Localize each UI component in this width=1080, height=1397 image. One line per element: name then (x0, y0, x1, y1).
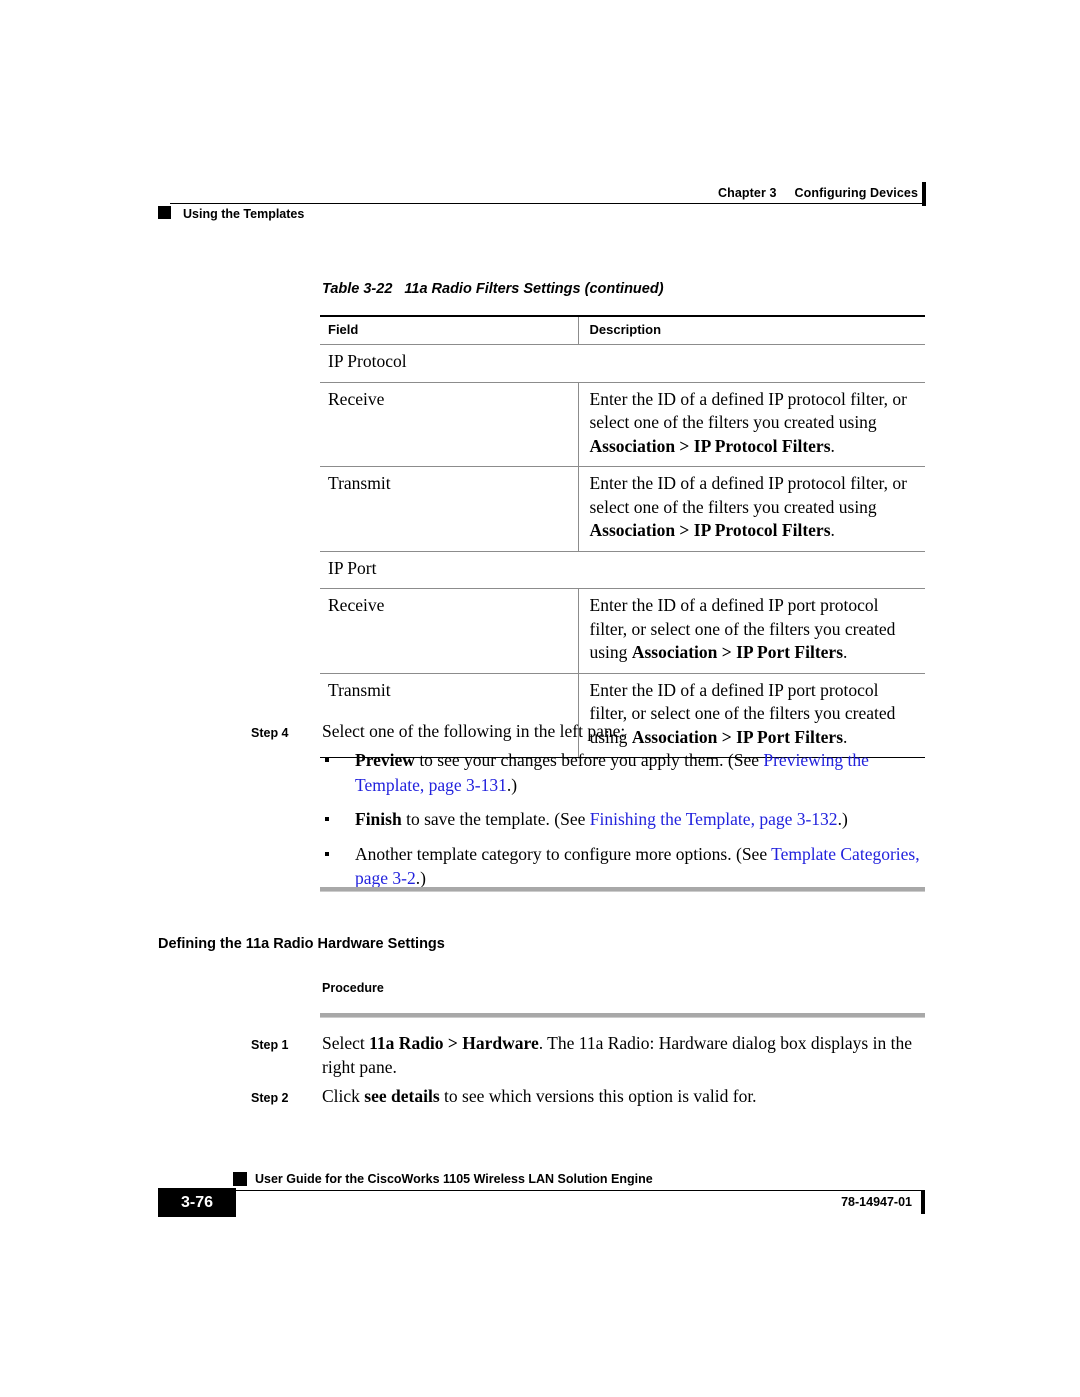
header-rule (170, 203, 925, 204)
page-number-badge: 3-76 (158, 1188, 236, 1217)
table-row: Transmit Enter the ID of a defined IP pro… (320, 466, 925, 552)
footer-margin-tick (921, 1190, 925, 1214)
table-cell-description (578, 344, 925, 383)
section-divider-rule-top (320, 887, 925, 892)
table-row: Receive Enter the ID of a defined IP port… (320, 588, 925, 674)
settings-table: Field Description IP Protocol Receive Ent… (320, 315, 925, 758)
procedure-label: Procedure (322, 981, 384, 995)
footer-document-number: 78-14947-01 (841, 1195, 912, 1209)
chapter-label: Chapter 3 (717, 186, 777, 200)
list-item: Another template category to configure m… (322, 842, 926, 891)
step-2-text: Click see details to see which versions … (322, 1086, 757, 1106)
table-row: Receive Enter the ID of a defined IP prot… (320, 382, 925, 467)
footer-guide-title: User Guide for the CiscoWorks 1105 Wirel… (255, 1172, 653, 1186)
table-row: Transmit Enter the ID of a defined IP por… (320, 673, 925, 758)
section-heading: Defining the 11a Radio Hardware Settings (158, 936, 445, 952)
step-4-text: Select one of the following in the left … (322, 721, 626, 741)
table-cell-field: Receive (320, 382, 578, 467)
table-cell-field: IP Port (320, 551, 578, 589)
table-cell-description: Enter the ID of a defined IP protocol fi… (577, 382, 925, 467)
header-margin-tick (922, 182, 926, 206)
step-4-bullet-list: Preview to see your changes before you a… (322, 748, 926, 901)
step-4-label: Step 4 (251, 726, 289, 740)
table-cell-field: Transmit (320, 673, 578, 758)
running-head-section: Using the Templates (183, 207, 305, 221)
column-header-description: Description (577, 315, 925, 345)
table-cell-field: Receive (320, 588, 578, 674)
step-1-label: Step 1 (251, 1038, 289, 1052)
document-page: Chapter 3 Configuring Devices Using the T… (0, 0, 1080, 1397)
cross-reference-link[interactable]: Previewing the Template, page 3-131 (355, 750, 869, 795)
step-1-text: Select 11a Radio > Hardware. The 11a Rad… (322, 1033, 912, 1077)
table-cell-description: Enter the ID of a defined IP protocol fi… (577, 466, 925, 552)
footer-bullet-square-icon (233, 1172, 247, 1186)
table-cell-description: Enter the ID of a defined IP port protoc… (577, 588, 925, 674)
running-head-right: Chapter 3 Configuring Devices (560, 186, 918, 200)
table-cell-description (578, 551, 925, 589)
column-header-field: Field (320, 315, 578, 345)
cross-reference-link[interactable]: Finishing the Template, page 3-132 (590, 809, 838, 829)
table-caption-number: Table 3-22 (322, 281, 393, 297)
cross-reference-link[interactable]: Template Categories, page 3-2 (355, 844, 920, 889)
chapter-title: Configuring Devices (794, 186, 918, 200)
table-cell-field: Transmit (320, 466, 578, 552)
table-caption: Table 3-22 11a Radio Filters Settings (co… (322, 281, 664, 297)
table-row: IP Protocol (320, 344, 925, 383)
table-header-row: Field Description (320, 315, 925, 345)
list-item: Finish to save the template. (See Finish… (322, 807, 926, 832)
header-bullet-square-icon (158, 206, 171, 219)
bullet-square-icon (325, 758, 329, 762)
bullet-square-icon (325, 817, 329, 821)
table-cell-description: Enter the ID of a defined IP port protoc… (577, 673, 925, 758)
table-cell-field: IP Protocol (320, 344, 578, 383)
list-item: Preview to see your changes before you a… (322, 748, 926, 797)
table-row: IP Port (320, 551, 925, 589)
bullet-square-icon (325, 851, 329, 856)
step-2-label: Step 2 (251, 1091, 289, 1105)
footer-rule (233, 1190, 925, 1191)
table-caption-title: 11a Radio Filters Settings (continued) (404, 281, 664, 297)
procedure-divider-rule (320, 1013, 925, 1018)
